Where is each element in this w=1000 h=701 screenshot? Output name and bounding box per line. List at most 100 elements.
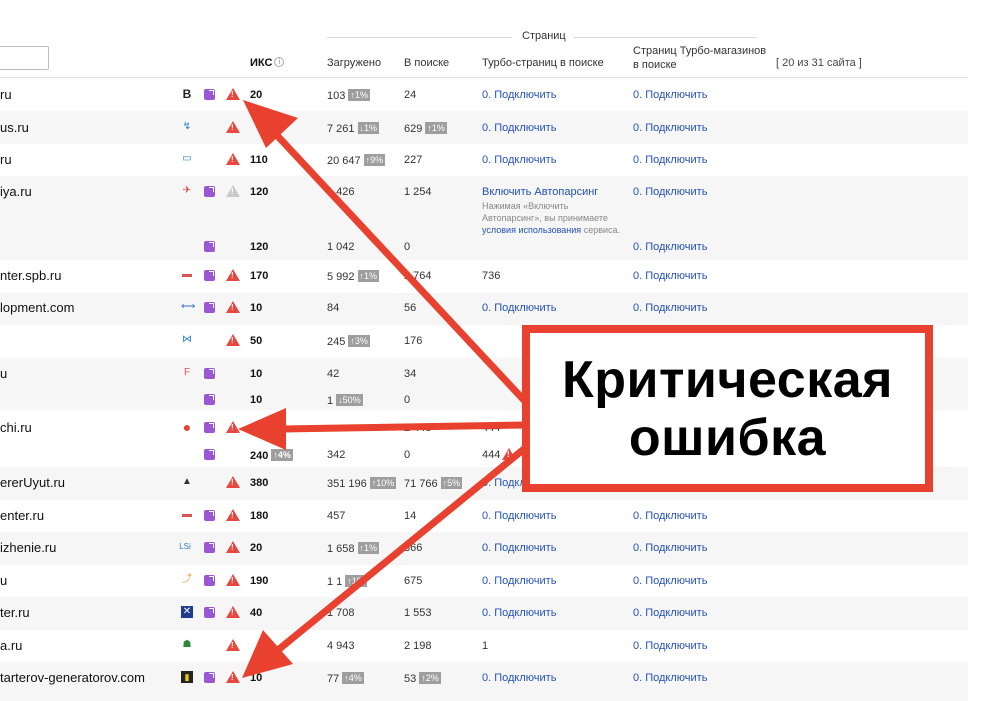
- site-name[interactable]: ererUyut.ru: [0, 475, 65, 490]
- critical-error-icon[interactable]: [226, 476, 240, 489]
- table-row[interactable]: u ⤴ 190 1 1↑1% 675 0. Подключить 0. Подк…: [0, 565, 968, 597]
- site-name[interactable]: us.ru: [0, 120, 29, 135]
- shop-connect-link[interactable]: 0. Подключить: [633, 672, 707, 684]
- table-row[interactable]: a.ru ☗ 4 943 2 198 1 0. Подключить: [0, 630, 968, 662]
- trend-badge: ↑4%: [271, 449, 293, 461]
- critical-error-icon[interactable]: [226, 509, 240, 522]
- terms-link[interactable]: условия использования: [482, 225, 581, 235]
- turbo-icon[interactable]: [204, 186, 215, 197]
- table-row[interactable]: iya.ru ✈ 120 1 426 1 254 Включить Автопа…: [0, 176, 968, 260]
- turbo-connect-link[interactable]: 0. Подключить: [482, 154, 556, 166]
- turbo-connect-link[interactable]: 0. Подключить: [482, 122, 556, 134]
- loaded-column-header[interactable]: Загружено: [327, 57, 381, 69]
- table-row[interactable]: ru ▭ 110 20 647↑9% 227 0. Подключить 0. …: [0, 144, 968, 176]
- site-search-input[interactable]: [0, 46, 49, 70]
- turbo-icon[interactable]: [204, 607, 215, 618]
- shop-connect-link[interactable]: 0. Подключить: [633, 302, 707, 314]
- turbo-connect-link[interactable]: 0. Подключить: [482, 89, 556, 101]
- turbo-icon[interactable]: [204, 575, 215, 586]
- critical-error-icon[interactable]: [226, 541, 240, 554]
- site-name[interactable]: ru: [0, 87, 12, 102]
- shop-connect-link[interactable]: 0. Подключить: [633, 122, 707, 134]
- table-row[interactable]: nter.spb.ru ▬ 170 5 992↑1% 2 764 736 0. …: [0, 260, 968, 293]
- critical-error-icon[interactable]: [226, 153, 240, 166]
- favicon-icon: ⟷: [181, 301, 196, 312]
- trend-badge: ↑2%: [419, 672, 441, 684]
- shop-connect-link[interactable]: 0. Подключить: [633, 510, 707, 522]
- turbo-icon[interactable]: [204, 422, 215, 433]
- site-name[interactable]: u: [0, 366, 7, 381]
- iks-value: 180: [250, 510, 269, 522]
- critical-error-icon[interactable]: [226, 639, 240, 652]
- shop-connect-link[interactable]: 0. Подключить: [633, 186, 707, 198]
- table-row[interactable]: us.ru ↯ 7 261↓1% 629↑1% 0. Подключить 0.…: [0, 111, 968, 144]
- site-name[interactable]: lopment.com: [0, 300, 74, 315]
- critical-error-icon[interactable]: [226, 121, 240, 134]
- shop-connect-link[interactable]: 0. Подключить: [633, 575, 707, 587]
- in-search-value: 2 443: [404, 422, 432, 434]
- site-name[interactable]: a.ru: [0, 638, 22, 653]
- turbo-icon[interactable]: [204, 394, 215, 405]
- turbo-icon[interactable]: [204, 672, 215, 683]
- shop-connect-link[interactable]: 0. Подключить: [633, 241, 707, 253]
- site-name[interactable]: tarterov-generatorov.com: [0, 670, 145, 685]
- turbo-icon[interactable]: [204, 241, 215, 252]
- iks-value: 50: [250, 335, 263, 347]
- turbo-icon[interactable]: [204, 542, 215, 553]
- turbo-connect-link[interactable]: 0. Подключить: [482, 510, 556, 522]
- shop-connect-link[interactable]: 0. Подключить: [633, 270, 707, 282]
- site-name[interactable]: ru: [0, 152, 12, 167]
- table-row[interactable]: tarterov-generatorov.com ▮ 10 77↑4% 53↑2…: [0, 662, 968, 701]
- site-name[interactable]: ter.ru: [0, 605, 30, 620]
- table-row[interactable]: izhenie.ru LSi 20 1 658↑1% 866 0. Подклю…: [0, 532, 968, 565]
- in-search-column-header[interactable]: В поиске: [404, 57, 449, 69]
- turbo-connect-link[interactable]: 0. Подключить: [482, 302, 556, 314]
- trend-badge: ↑1%: [345, 575, 367, 587]
- critical-error-callout: Критическая ошибка: [522, 325, 933, 492]
- shop-connect-link[interactable]: 0. Подключить: [633, 640, 707, 652]
- site-name[interactable]: iya.ru: [0, 184, 32, 199]
- table-row[interactable]: ter.ru ✕ 40 1 708 1 553 0. Подключить 0.…: [0, 597, 968, 630]
- shop-connect-link[interactable]: 0. Подключить: [633, 607, 707, 619]
- critical-error-icon[interactable]: [226, 301, 240, 314]
- turbo-column-header[interactable]: Турбо-страниц в поиске: [482, 57, 604, 69]
- critical-error-icon[interactable]: [226, 606, 240, 619]
- critical-error-icon[interactable]: [226, 88, 240, 101]
- turbo-icon[interactable]: [204, 510, 215, 521]
- turbo-shop-column-header[interactable]: Страниц Турбо-магазинов в поиске: [633, 44, 766, 72]
- turbo-connect-link[interactable]: 0. Подключить: [482, 575, 556, 587]
- site-name[interactable]: enter.ru: [0, 508, 44, 523]
- loaded-value: 77 ↑4%: [327, 672, 364, 685]
- shop-connect-link[interactable]: 0. Подключить: [633, 542, 707, 554]
- turbo-icon[interactable]: [204, 302, 215, 313]
- critical-error-icon[interactable]: [226, 269, 240, 282]
- warning-icon[interactable]: [226, 185, 240, 198]
- table-row[interactable]: enter.ru ▬ 180 457 14 0. Подключить 0. П…: [0, 500, 968, 532]
- turbo-connect-link[interactable]: 0. Подключить: [482, 542, 556, 554]
- turbo-icon[interactable]: [204, 449, 215, 460]
- critical-error-icon[interactable]: [502, 448, 516, 461]
- site-name[interactable]: chi.ru: [0, 420, 32, 435]
- loaded-value: 245 ↑3%: [327, 335, 370, 348]
- turbo-connect-link[interactable]: 0. Подключить: [482, 672, 556, 684]
- site-name[interactable]: izhenie.ru: [0, 540, 56, 555]
- critical-error-icon[interactable]: [226, 671, 240, 684]
- loaded-value: 7 261 ↓1%: [327, 122, 380, 135]
- critical-error-icon[interactable]: [226, 334, 240, 347]
- critical-error-icon[interactable]: [226, 421, 240, 434]
- info-icon[interactable]: i: [274, 57, 285, 67]
- turbo-connect-link[interactable]: 0. Подключить: [482, 607, 556, 619]
- site-name[interactable]: u: [0, 573, 7, 588]
- turbo-icon[interactable]: [204, 368, 215, 379]
- critical-error-icon[interactable]: [226, 574, 240, 587]
- shop-connect-link[interactable]: 0. Подключить: [633, 89, 707, 101]
- site-name[interactable]: nter.spb.ru: [0, 268, 61, 283]
- turbo-icon[interactable]: [204, 270, 215, 281]
- trend-badge: ↑1%: [357, 542, 380, 554]
- shop-connect-link[interactable]: 0. Подключить: [633, 154, 707, 166]
- table-row[interactable]: lopment.com ⟷ 10 84 56 0. Подключить 0. …: [0, 293, 968, 325]
- table-row[interactable]: ru B 20 103↑1% 24 0. Подключить 0. Подкл…: [0, 78, 968, 111]
- iks-column-header[interactable]: ИКС i: [250, 57, 285, 69]
- turbo-icon[interactable]: [204, 89, 215, 100]
- enable-autoparsing-link[interactable]: Включить Автопарсинг: [482, 186, 598, 198]
